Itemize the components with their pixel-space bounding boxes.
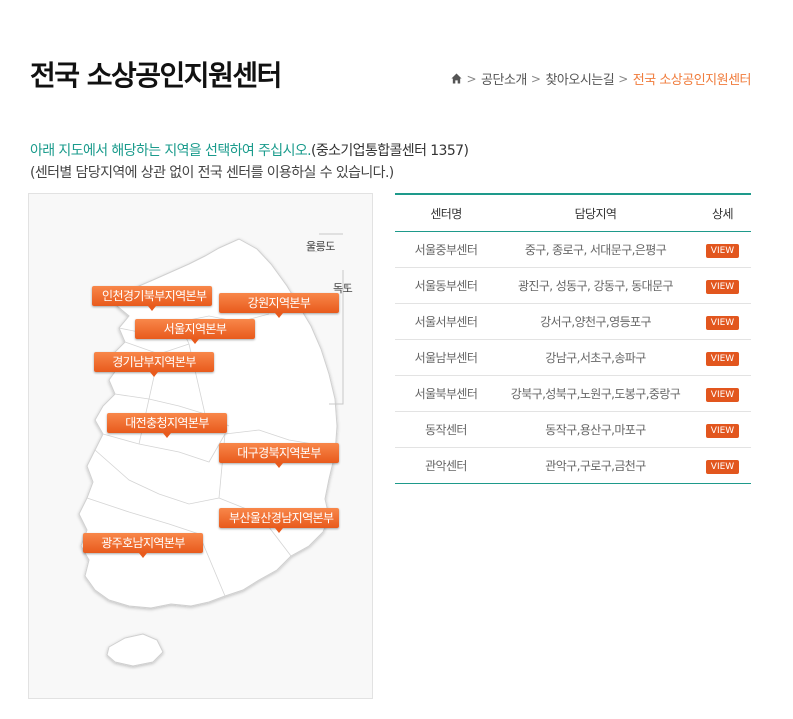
page-title: 전국 소상공인지원센터 [30, 59, 282, 92]
breadcrumb-separator: > [466, 71, 477, 86]
intro-text: 아래 지도에서 해당하는 지역을 선택하여 주십시오.(중소기업통합콜센터 13… [30, 140, 469, 184]
view-button[interactable]: VIEW [705, 315, 740, 330]
detail-cell: VIEW [694, 339, 751, 376]
table-row: 서울북부센터 강북구,성북구,노원구,도봉구,중랑구 VIEW [395, 375, 751, 412]
center-area: 광진구, 성동구, 강동구, 동대문구 [497, 267, 694, 304]
centers-table: 센터명 담당지역 상세 서울중부센터 중구, 종로구, 서대문구,은평구 VIE… [395, 193, 751, 484]
table-row: 서울서부센터 강서구,양천구,영등포구 VIEW [395, 303, 751, 340]
center-name: 서울동부센터 [395, 267, 497, 304]
view-button[interactable]: VIEW [705, 387, 740, 402]
center-name: 서울북부센터 [395, 375, 497, 412]
center-area: 강서구,양천구,영등포구 [497, 303, 694, 340]
region-incheon-gyeonggi-north[interactable]: 인천경기북부지역본부 [92, 286, 212, 311]
table-row: 서울남부센터 강남구,서초구,송파구 VIEW [395, 339, 751, 376]
center-area: 중구, 종로구, 서대문구,은평구 [497, 231, 694, 268]
center-name: 서울중부센터 [395, 231, 497, 268]
detail-cell: VIEW [694, 375, 751, 412]
table-row: 동작센터 동작구,용산구,마포구 VIEW [395, 411, 751, 448]
column-header-area: 담당지역 [497, 193, 694, 232]
island-label-ulleungdo: 울릉도 [306, 240, 335, 253]
detail-cell: VIEW [694, 231, 751, 268]
table-header-row: 센터명 담당지역 상세 [395, 193, 751, 232]
breadcrumb-current: 전국 소상공인지원센터 [632, 73, 752, 88]
region-gwangju-honam[interactable]: 광주호남지역본부 [83, 533, 203, 558]
view-button[interactable]: VIEW [705, 351, 740, 366]
center-name: 서울서부센터 [395, 303, 497, 340]
view-button[interactable]: VIEW [705, 243, 740, 258]
region-busan-ulsan-gyeongnam[interactable]: 부산울산경남지역본부 [219, 508, 339, 533]
breadcrumb-item-directions[interactable]: 찾아오시는길 [545, 69, 614, 88]
detail-cell: VIEW [694, 447, 751, 484]
table-row: 서울중부센터 중구, 종로구, 서대문구,은평구 VIEW [395, 231, 751, 268]
center-area: 관악구,구로구,금천구 [497, 447, 694, 484]
column-header-center-name: 센터명 [395, 193, 497, 232]
breadcrumb-separator: > [618, 71, 628, 86]
home-icon[interactable] [451, 73, 463, 84]
breadcrumb: > 공단소개 > 찾아오시는길 > 전국 소상공인지원센터 [451, 69, 752, 88]
view-button[interactable]: VIEW [705, 459, 740, 474]
table-row: 관악센터 관악구,구로구,금천구 VIEW [395, 447, 751, 484]
intro-note: (센터별 담당지역에 상관 없이 전국 센터를 이용하실 수 있습니다.) [30, 165, 394, 181]
korea-map: 울릉도 독도 인천경기북부지역본부 강원지역본부 서울지역본부 경기남부지역본부… [28, 193, 373, 699]
center-area: 강남구,서초구,송파구 [497, 339, 694, 376]
region-seoul[interactable]: 서울지역본부 [135, 319, 255, 344]
intro-highlight: 아래 지도에서 해당하는 지역을 선택하여 주십시오. [30, 143, 312, 159]
detail-cell: VIEW [694, 267, 751, 304]
center-area: 강북구,성북구,노원구,도봉구,중랑구 [497, 375, 694, 412]
view-button[interactable]: VIEW [705, 423, 740, 438]
center-area: 동작구,용산구,마포구 [497, 411, 694, 448]
region-daejeon-chungcheong[interactable]: 대전충청지역본부 [107, 413, 227, 438]
region-daegu-gyeongbuk[interactable]: 대구경북지역본부 [219, 443, 339, 468]
detail-cell: VIEW [694, 411, 751, 448]
region-gangwon[interactable]: 강원지역본부 [219, 293, 339, 318]
detail-cell: VIEW [694, 303, 751, 340]
region-gyeonggi-south[interactable]: 경기남부지역본부 [94, 352, 214, 377]
center-name: 서울남부센터 [395, 339, 497, 376]
breadcrumb-item-about[interactable]: 공단소개 [481, 69, 527, 88]
table-row: 서울동부센터 광진구, 성동구, 강동구, 동대문구 VIEW [395, 267, 751, 304]
center-name: 관악센터 [395, 447, 497, 484]
intro-phone: (중소기업통합콜센터 1357) [310, 143, 469, 159]
center-name: 동작센터 [395, 411, 497, 448]
view-button[interactable]: VIEW [705, 279, 740, 294]
breadcrumb-separator: > [530, 71, 541, 86]
column-header-detail: 상세 [694, 193, 751, 232]
